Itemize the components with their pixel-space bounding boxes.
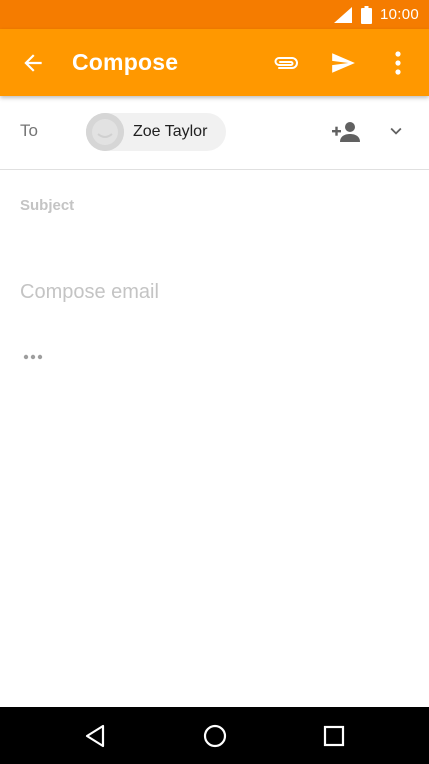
more-horiz-icon[interactable] — [22, 350, 46, 362]
attach-icon[interactable] — [271, 51, 301, 75]
to-label: To — [20, 121, 38, 140]
status-bar: 10:00 — [0, 0, 429, 29]
back-arrow-icon[interactable] — [20, 50, 46, 76]
nav-back-icon[interactable] — [84, 724, 106, 748]
default-avatar-icon — [86, 113, 124, 151]
more-vert-icon[interactable] — [386, 49, 410, 77]
subject-input[interactable]: Subject — [20, 197, 74, 214]
nav-recents-icon[interactable] — [323, 725, 345, 747]
signal-icon — [333, 6, 352, 23]
page-title: Compose — [72, 49, 179, 75]
add-person-icon[interactable] — [331, 120, 361, 144]
recipient-name: Zoe Taylor — [133, 123, 208, 140]
recipient-chip[interactable]: Zoe Taylor — [86, 113, 226, 151]
compose-body-input[interactable]: Compose email — [20, 281, 159, 304]
expand-more-icon[interactable] — [385, 120, 407, 142]
app-bar: Compose — [0, 29, 429, 96]
send-icon[interactable] — [330, 50, 356, 76]
status-time: 10:00 — [379, 6, 419, 23]
navigation-bar — [0, 707, 429, 764]
to-field[interactable]: To Zoe Taylor — [0, 96, 429, 170]
battery-icon — [360, 5, 372, 24]
nav-home-icon[interactable] — [203, 724, 227, 748]
